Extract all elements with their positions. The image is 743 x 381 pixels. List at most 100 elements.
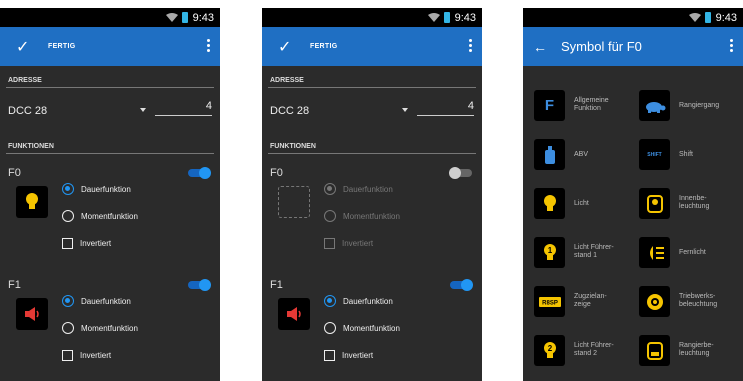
checkbox-icon[interactable] [324,237,335,249]
battery-icon [443,12,450,23]
horn-icon[interactable] [278,298,310,330]
symbol-item-general[interactable]: F Allgemeine Funktion [534,83,634,131]
empty-icon-placeholder[interactable] [278,186,310,218]
option-inverted-f1[interactable]: Invertiert [324,346,373,364]
symbol-item-abv[interactable]: ABV [534,132,634,180]
done-check-icon[interactable]: ✓ [278,37,298,57]
shift-icon: SHIFT [639,139,670,170]
checkbox-icon[interactable] [62,237,73,249]
radio-icon[interactable] [62,210,74,222]
icon-glyph: 1 [547,246,552,255]
horn-icon[interactable] [16,298,48,330]
icon-glyph: 2 [547,344,552,353]
radio-icon[interactable] [324,210,336,222]
symbol-item-shunting-speed[interactable]: Rangiergang [639,83,739,131]
option-permanent-f0[interactable]: Dauerfunktion [324,180,393,198]
overflow-menu-icon[interactable] [730,39,733,52]
symbol-item-cab-light-1[interactable]: 1 Licht Führer- stand 1 [534,230,634,278]
symbol-item-light[interactable]: Licht [534,181,634,229]
radio-selected-icon[interactable] [324,183,336,195]
back-arrow-icon[interactable]: ← [533,39,547,55]
status-time: 9:43 [715,11,737,24]
status-bar: 9:43 [262,8,482,27]
high-beam-icon [639,237,670,268]
status-bar: 9:43 [523,8,743,27]
overflow-menu-icon[interactable] [469,39,472,52]
symbol-label: Fernlicht [679,249,706,256]
function-toggle-f1[interactable] [188,279,211,291]
done-button[interactable]: FERTIG [48,43,75,50]
overflow-menu-icon[interactable] [207,39,210,52]
option-momentary-f0[interactable]: Momentfunktion [324,207,400,225]
symbol-item-high-beam[interactable]: Fernlicht [639,230,739,278]
icon-glyph: SHIFT [647,151,662,158]
function-body-f0: Dauerfunktion Momentfunktion Invertiert [0,183,220,272]
dropdown-arrow-icon[interactable] [402,108,408,112]
icon-glyph: R8SP [542,300,558,306]
symbol-label: Shift [679,151,694,158]
shunting-light-icon [639,335,670,366]
symbol-item-interior-light[interactable]: Innenbe- leuchtung [639,181,739,229]
screen-symbol-picker: 9:43 ← Symbol für F0 F Allgemeine Funkti… [523,8,743,381]
option-momentary-f1[interactable]: Momentfunktion [324,319,400,337]
symbol-item-shunting-light[interactable]: Rangierbe- leuchtung [639,328,739,376]
radio-icon[interactable] [62,322,74,334]
option-label: Momentfunktion [81,211,138,221]
protocol-dropdown[interactable]: DCC 28 [8,105,47,117]
radio-selected-icon[interactable] [62,295,74,307]
protocol-dropdown[interactable]: DCC 28 [270,105,309,117]
done-button[interactable]: FERTIG [310,43,337,50]
option-label: Momentfunktion [81,323,138,333]
status-time: 9:43 [192,11,214,24]
function-body-f1: Dauerfunktion Momentfunktion Invertiert [262,295,482,381]
function-name: F0 [8,167,21,179]
symbol-item-destination-display[interactable]: R8SP Zugzielan- zeige [534,279,634,327]
option-permanent-f1[interactable]: Dauerfunktion [62,292,131,310]
checkbox-icon[interactable] [324,349,335,361]
option-label: Invertiert [342,350,374,360]
option-momentary-f1[interactable]: Momentfunktion [62,319,138,337]
address-input[interactable]: 4 [155,100,212,116]
action-bar: ✓ FERTIG [0,27,220,66]
symbol-label: Innenbe- leuchtung [679,195,710,210]
option-momentary-f0[interactable]: Momentfunktion [62,207,138,225]
engine-light-icon [639,286,670,317]
battery-icon [704,12,711,23]
functions-section-header: FUNKTIONEN [6,134,214,154]
turtle-icon [639,90,670,121]
wifi-icon [427,13,440,22]
function-toggle-f0[interactable] [449,167,472,179]
option-label: Momentfunktion [343,211,400,221]
radio-selected-icon[interactable] [62,183,74,195]
radio-selected-icon[interactable] [324,295,336,307]
checkbox-icon[interactable] [62,349,73,361]
option-label: Dauerfunktion [81,184,131,194]
action-bar: ← Symbol für F0 [523,27,743,66]
symbol-label: Zugzielan- zeige [574,293,607,308]
option-inverted-f0[interactable]: Invertiert [324,234,373,252]
done-check-icon[interactable]: ✓ [16,37,36,57]
symbol-label: Licht [574,200,589,207]
symbol-item-shift[interactable]: SHIFT Shift [639,132,739,180]
option-inverted-f1[interactable]: Invertiert [62,346,111,364]
symbol-label: Allgemeine Funktion [574,97,609,112]
status-time: 9:43 [454,11,476,24]
light-bulb-icon[interactable] [16,186,48,218]
function-body-f1: Dauerfunktion Momentfunktion Invertiert [0,295,220,381]
light-bulb-icon [534,188,565,219]
option-label: Dauerfunktion [81,296,131,306]
address-input[interactable]: 4 [417,100,474,116]
option-label: Invertiert [342,238,374,248]
status-bar: 9:43 [0,8,220,27]
wifi-icon [688,13,701,22]
option-permanent-f0[interactable]: Dauerfunktion [62,180,131,198]
symbol-item-cab-light-2[interactable]: 2 Licht Führer- stand 2 [534,328,634,376]
function-toggle-f1[interactable] [450,279,473,291]
option-inverted-f0[interactable]: Invertiert [62,234,111,252]
radio-icon[interactable] [324,322,336,334]
dropdown-arrow-icon[interactable] [140,108,146,112]
symbol-item-engine-light[interactable]: Triebwerks- beleuchtung [639,279,739,327]
option-label: Invertiert [80,238,112,248]
option-permanent-f1[interactable]: Dauerfunktion [324,292,393,310]
function-toggle-f0[interactable] [188,167,211,179]
